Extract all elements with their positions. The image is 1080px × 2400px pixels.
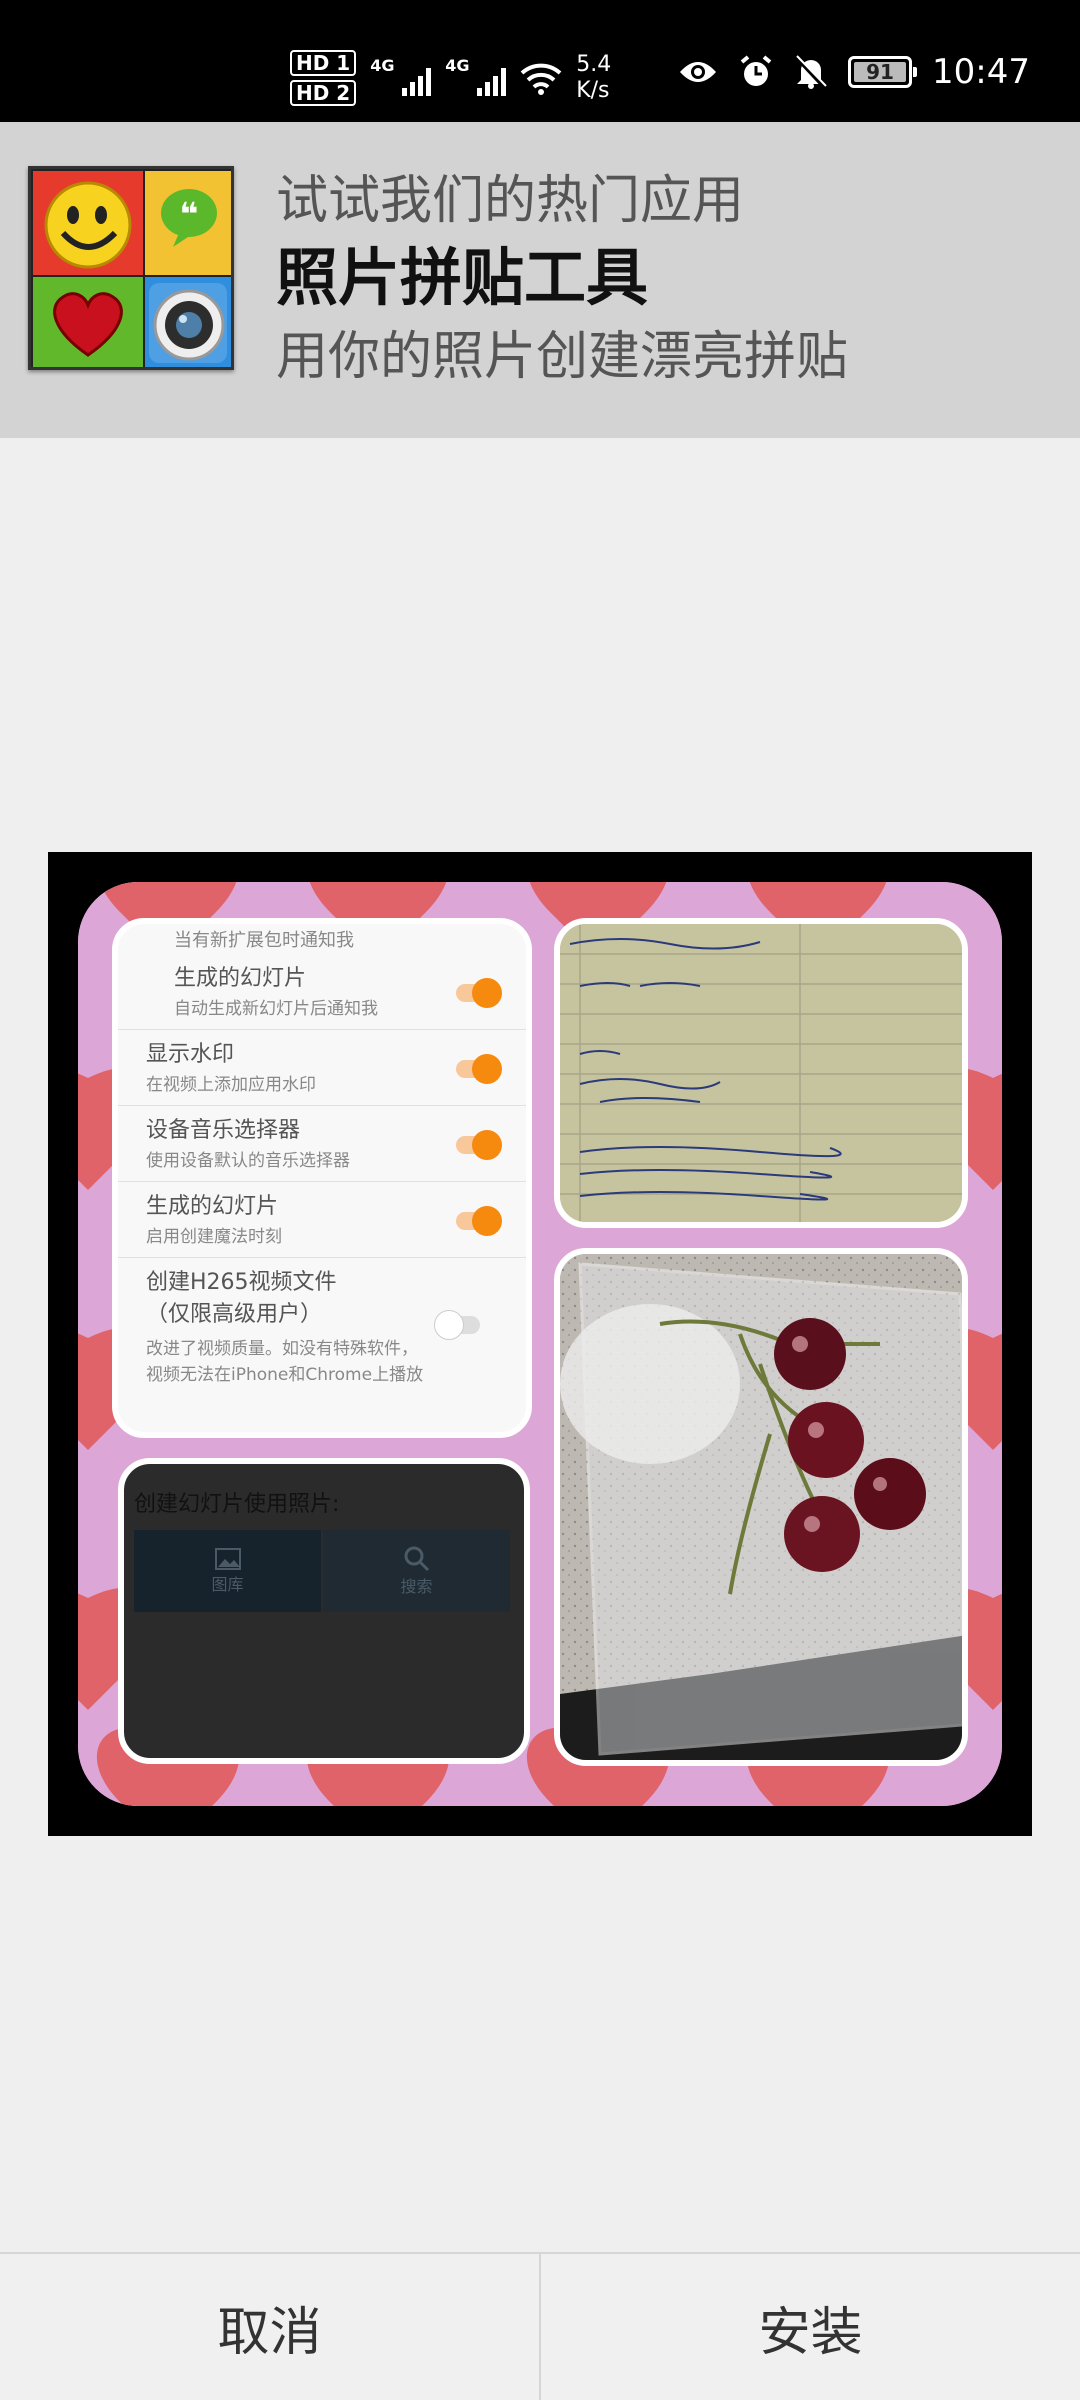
install-button[interactable]: 安装: [541, 2254, 1080, 2400]
bottom-action-bar: 取消 安装: [0, 2252, 1080, 2400]
toggle-switch: [434, 1310, 480, 1340]
bell-off-icon: [795, 55, 827, 90]
svg-text:❝: ❝: [180, 195, 199, 233]
toggle-switch: [456, 1054, 502, 1084]
settings-row: 创建H265视频文件 （仅限高级用户） 改进了视频质量。如没有特殊软件， 视频无…: [118, 1258, 526, 1388]
network-status: HD 1 HD 2 4G 4G 5.4 K/s: [290, 48, 611, 108]
gallery-tab: 图库: [134, 1530, 323, 1612]
hd-badges: HD 1 HD 2: [290, 50, 357, 106]
battery-icon: 91: [848, 56, 918, 88]
slideshow-heading: 创建幻灯片使用照片:: [134, 1492, 340, 1517]
banner-text: 试试我们的热门应用 照片拼贴工具 用你的照片创建漂亮拼贴: [276, 168, 848, 392]
cancel-button[interactable]: 取消: [0, 2254, 539, 2400]
settings-row: 生成的幻灯片 启用创建魔法时刻: [118, 1182, 526, 1258]
photo-collage-app-icon: ❝: [28, 166, 234, 370]
slideshow-screenshot-panel: 创建幻灯片使用照片: 图库 搜索: [118, 1458, 530, 1764]
promo-banner[interactable]: ❝ 试试我们的热门应用 照片拼贴工具 用你的照片创建漂亮拼贴: [0, 122, 1080, 438]
heart-icon: [53, 292, 123, 357]
source-tabs: 图库 搜索: [134, 1530, 510, 1612]
camera-icon: [149, 283, 227, 363]
system-icons: 91 10:47: [678, 52, 1030, 92]
app-preview-image: 当有新扩展包时通知我 生成的幻灯片 自动生成新幻灯片后通知我 显示水印 在视频上…: [48, 852, 1032, 1836]
notebook-photo: [560, 924, 962, 1222]
search-icon: [404, 1546, 429, 1572]
banner-app-name: 照片拼贴工具: [276, 241, 649, 314]
cherry-photo-panel: [554, 1248, 968, 1766]
notebook-photo-panel: [554, 918, 968, 1228]
image-icon: [214, 1548, 241, 1570]
status-bar: HD 1 HD 2 4G 4G 5.4 K/s 91 10:47: [0, 0, 1080, 122]
battery-level: 91: [866, 60, 894, 84]
settings-row: 设备音乐选择器 使用设备默认的音乐选择器: [118, 1106, 526, 1182]
alarm-icon: [740, 55, 772, 86]
settings-screenshot-panel: 当有新扩展包时通知我 生成的幻灯片 自动生成新幻灯片后通知我 显示水印 在视频上…: [112, 918, 532, 1438]
collage-preview: 当有新扩展包时通知我 生成的幻灯片 自动生成新幻灯片后通知我 显示水印 在视频上…: [78, 882, 1002, 1806]
smiley-icon: [44, 181, 132, 269]
settings-row: 显示水印 在视频上添加应用水印: [118, 1030, 526, 1106]
banner-description: 用你的照片创建漂亮拼贴: [276, 327, 849, 387]
cherries-photo: [560, 1254, 962, 1760]
clock: 10:47: [932, 52, 1030, 92]
toggle-switch: [456, 1206, 502, 1236]
network-speed: 5.4 K/s: [576, 52, 612, 103]
toggle-switch: [456, 1130, 502, 1160]
signal-2-icon: 4G: [445, 56, 507, 96]
signal-1-icon: 4G: [370, 56, 432, 96]
banner-tagline: 试试我们的热门应用: [276, 171, 745, 231]
settings-row: 生成的幻灯片 自动生成新幻灯片后通知我: [118, 954, 526, 1030]
search-tab: 搜索: [323, 1530, 510, 1612]
chat-bubble-icon: ❝: [161, 189, 217, 247]
wifi-icon: [520, 63, 562, 95]
hd1-badge: HD 1: [290, 50, 357, 76]
toggle-switch: [456, 978, 502, 1008]
settings-partial-row: 当有新扩展包时通知我: [174, 930, 354, 951]
eye-icon: [680, 62, 717, 82]
hd2-badge: HD 2: [290, 80, 357, 106]
